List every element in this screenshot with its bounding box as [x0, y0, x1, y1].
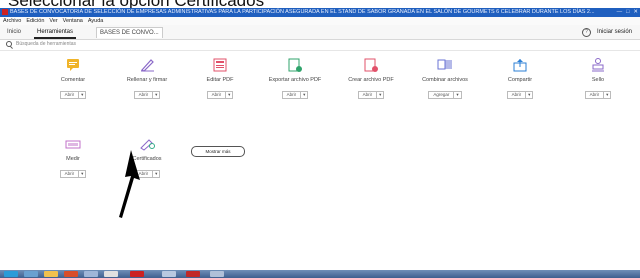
dropdown-label[interactable]: Abrir: [508, 92, 527, 98]
taskbar-app[interactable]: [84, 271, 98, 277]
tool-card-combinar-archivos[interactable]: Combinar archivos Agregar ▾: [408, 58, 482, 101]
window-titlebar: BASES DE CONVOCATORIA DE SELECCIÓN DE EM…: [0, 8, 640, 17]
menu-ayuda[interactable]: Ayuda: [88, 17, 104, 25]
chevron-down-icon[interactable]: ▾: [226, 92, 232, 98]
maximize-button[interactable]: □: [626, 8, 629, 17]
menu-edicion[interactable]: Edición: [26, 17, 44, 25]
menu-ver[interactable]: Ver: [49, 17, 57, 25]
certificates-icon[interactable]: [138, 137, 156, 151]
taskbar-app[interactable]: [24, 271, 38, 277]
tool-card-sello[interactable]: Sello Abrir ▾: [561, 58, 635, 101]
chevron-down-icon[interactable]: ▾: [79, 171, 85, 177]
dropdown-label[interactable]: Abrir: [135, 92, 154, 98]
help-icon[interactable]: ?: [582, 28, 591, 37]
tab-document[interactable]: BASES DE CONVO...: [96, 27, 163, 38]
close-button[interactable]: ✕: [633, 8, 638, 17]
acrobat-app-icon: [2, 8, 8, 15]
taskbar-app[interactable]: [130, 271, 144, 277]
chevron-down-icon[interactable]: ▾: [604, 92, 610, 98]
show-more-button[interactable]: Mostrar más: [191, 146, 245, 157]
comment-icon[interactable]: [64, 58, 82, 72]
chevron-down-icon[interactable]: ▾: [153, 171, 159, 177]
menu-ventana[interactable]: Ventana: [63, 17, 83, 25]
tool-name[interactable]: Sello: [561, 77, 635, 83]
chevron-down-icon[interactable]: ▾: [454, 92, 460, 98]
taskbar-app[interactable]: [186, 271, 200, 277]
tool-open-dropdown[interactable]: Abrir ▾: [59, 91, 87, 99]
chevron-down-icon[interactable]: ▾: [153, 92, 159, 98]
dropdown-label[interactable]: Abrir: [61, 171, 80, 177]
tab-herramientas[interactable]: Herramientas: [34, 27, 77, 39]
tool-name[interactable]: Crear archivo PDF: [334, 77, 408, 83]
combine-files-icon[interactable]: [436, 58, 454, 72]
dropdown-label[interactable]: Abrir: [283, 92, 302, 98]
tool-card-editar-pdf[interactable]: Editar PDF Abrir ▾: [183, 58, 257, 101]
chevron-down-icon[interactable]: ▾: [526, 92, 532, 98]
search-icon: [6, 41, 12, 47]
taskbar-app[interactable]: [44, 271, 58, 277]
tool-name[interactable]: Rellenar y firmar: [110, 77, 184, 83]
chevron-down-icon[interactable]: ▾: [79, 92, 85, 98]
chevron-down-icon[interactable]: ▾: [301, 92, 307, 98]
tool-open-dropdown[interactable]: Abrir ▾: [133, 91, 161, 99]
dropdown-label[interactable]: Agregar: [429, 92, 455, 98]
tool-name[interactable]: Medir: [36, 156, 110, 162]
minimize-button[interactable]: —: [617, 8, 623, 17]
menu-bar: Archivo Edición Ver Ventana Ayuda: [0, 17, 640, 25]
tool-card-comentar[interactable]: Comentar Abrir ▾: [36, 58, 110, 101]
tool-open-dropdown[interactable]: Abrir ▾: [206, 91, 234, 99]
tab-bar: Inicio Herramientas BASES DE CONVO... ? …: [0, 25, 640, 40]
dropdown-label[interactable]: Abrir: [586, 92, 605, 98]
taskbar-app[interactable]: [104, 271, 118, 277]
tool-name[interactable]: Compartir: [483, 77, 557, 83]
tool-name[interactable]: Editar PDF: [183, 77, 257, 83]
tool-open-dropdown[interactable]: Abrir ▾: [584, 91, 612, 99]
tool-card-compartir[interactable]: Compartir Abrir ▾: [483, 58, 557, 101]
menu-archivo[interactable]: Archivo: [3, 17, 21, 25]
tool-open-dropdown[interactable]: Abrir ▾: [281, 91, 309, 99]
taskbar-start[interactable]: [4, 271, 18, 277]
tool-open-dropdown[interactable]: Abrir ▾: [357, 91, 385, 99]
stamp-icon[interactable]: [589, 58, 607, 72]
dropdown-label[interactable]: Abrir: [208, 92, 227, 98]
edit-pdf-icon[interactable]: [211, 58, 229, 72]
window-controls: — □ ✕: [617, 8, 638, 17]
create-pdf-icon[interactable]: [362, 58, 380, 72]
tool-card-rellenar-y-firmar[interactable]: Rellenar y firmar Abrir ▾: [110, 58, 184, 101]
tool-name[interactable]: Exportar archivo PDF: [258, 77, 332, 83]
measure-icon[interactable]: [64, 137, 82, 151]
export-pdf-icon[interactable]: [286, 58, 304, 72]
tool-card-exportar-archivo-pdf[interactable]: Exportar archivo PDF Abrir ▾: [258, 58, 332, 101]
tool-name[interactable]: Combinar archivos: [408, 77, 482, 83]
tool-name[interactable]: Comentar: [36, 77, 110, 83]
tool-card-medir[interactable]: Medir Abrir ▾: [36, 137, 110, 180]
taskbar-app[interactable]: [210, 271, 224, 277]
share-icon[interactable]: [511, 58, 529, 72]
taskbar-app[interactable]: [64, 271, 78, 277]
tool-open-dropdown[interactable]: Abrir ▾: [506, 91, 534, 99]
search-input[interactable]: Búsqueda de herramientas: [16, 39, 76, 50]
window-title: BASES DE CONVOCATORIA DE SELECCIÓN DE EM…: [10, 9, 595, 15]
pointer-arrow-icon: [119, 150, 140, 218]
taskbar-app[interactable]: [162, 271, 176, 277]
chevron-down-icon[interactable]: ▾: [377, 92, 383, 98]
tool-open-dropdown[interactable]: Abrir ▾: [59, 170, 87, 178]
signin-link[interactable]: Iniciar sesión: [597, 27, 632, 37]
tool-open-dropdown[interactable]: Agregar ▾: [428, 91, 462, 99]
dropdown-label[interactable]: Abrir: [359, 92, 378, 98]
tab-inicio[interactable]: Inicio: [4, 27, 24, 37]
taskbar: [0, 270, 640, 278]
tool-search[interactable]: Búsqueda de herramientas: [0, 39, 640, 51]
dropdown-label[interactable]: Abrir: [61, 92, 80, 98]
tool-card-crear-archivo-pdf[interactable]: Crear archivo PDF Abrir ▾: [334, 58, 408, 101]
fill-sign-icon[interactable]: [138, 58, 156, 72]
